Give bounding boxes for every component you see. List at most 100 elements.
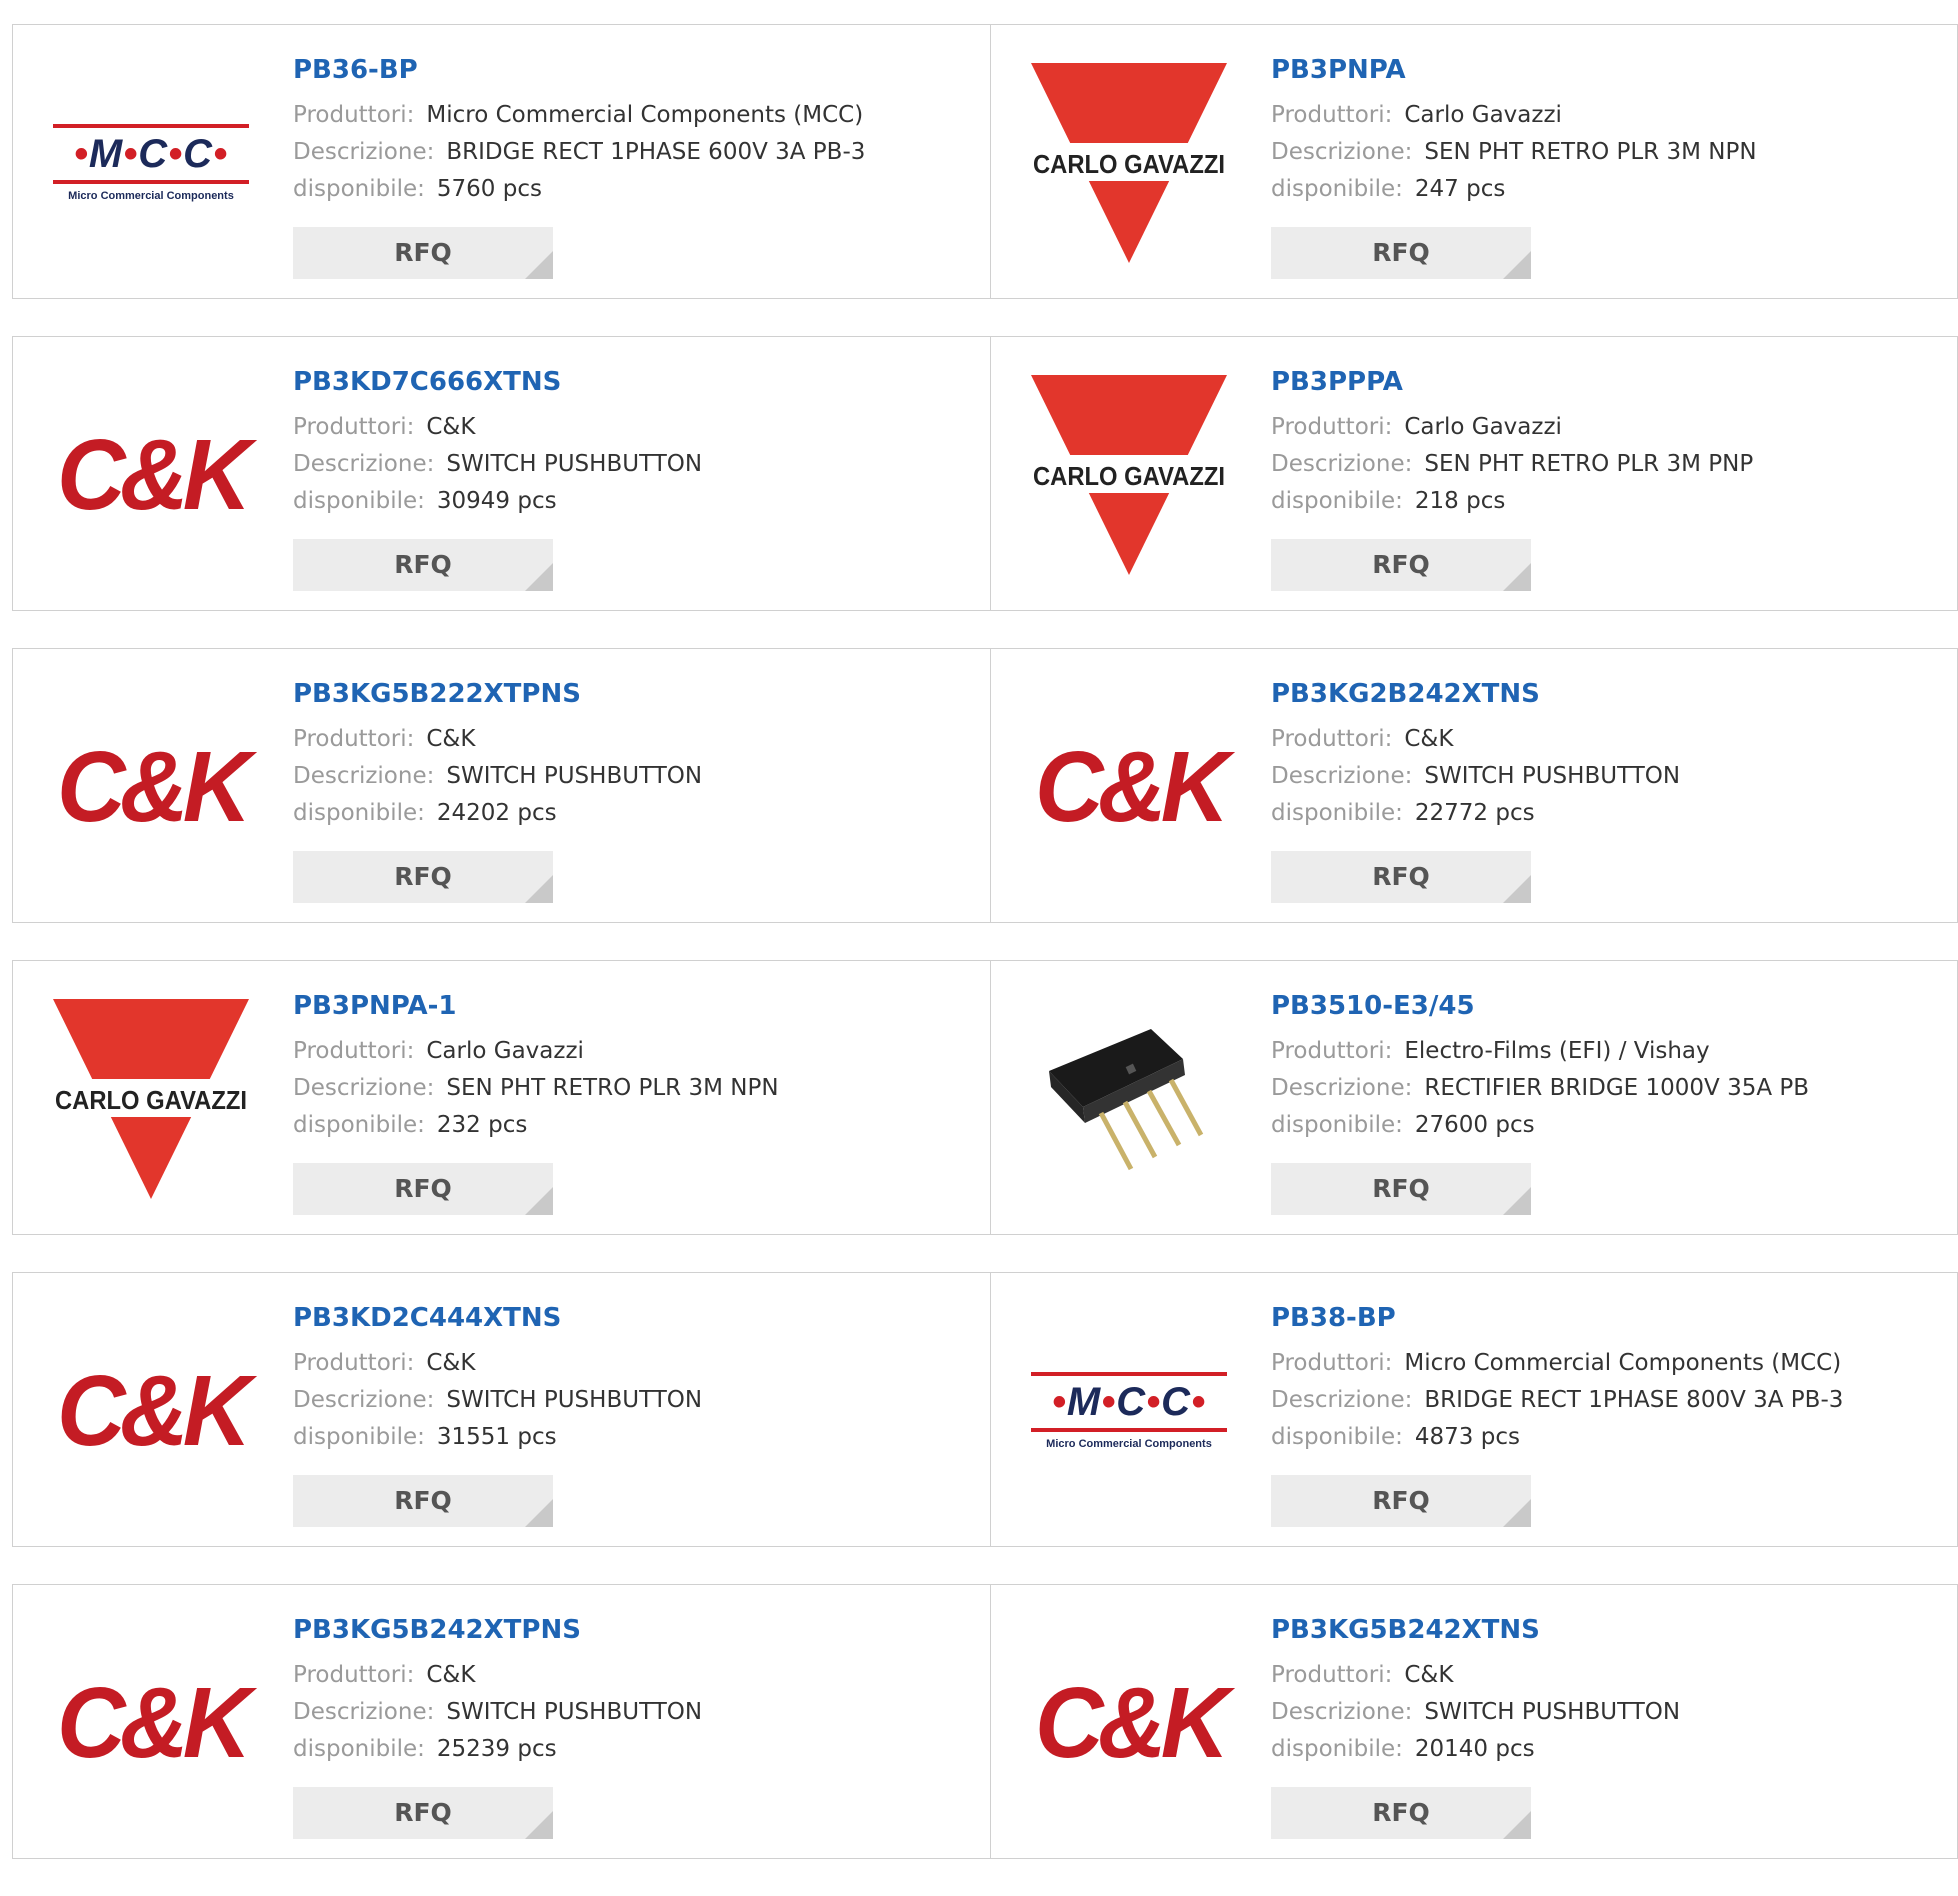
rfq-button[interactable]: RFQ [1271,1163,1531,1215]
part-number-link[interactable]: PB3PNPA-1 [293,989,970,1023]
manufacturer-line: Produttori: C&K [293,1657,970,1694]
ck-logo: C&K [56,1355,251,1467]
description-value: SWITCH PUSHBUTTON [446,1699,703,1725]
part-number-link[interactable]: PB36-BP [293,53,970,87]
product-card: •M•C•C• Micro Commercial Components PB36… [12,24,991,299]
part-number-link[interactable]: PB3KG2B242XTNS [1271,677,1937,711]
manufacturer-label: Produttori: [293,1038,415,1064]
description-value: BRIDGE RECT 1PHASE 800V 3A PB-3 [1424,1387,1844,1413]
description-line: Descrizione: SWITCH PUSHBUTTON [1271,1694,1937,1731]
rfq-button[interactable]: RFQ [293,851,553,903]
part-number-link[interactable]: PB3KG5B242XTPNS [293,1613,970,1647]
rfq-button[interactable]: RFQ [293,539,553,591]
rfq-button[interactable]: RFQ [1271,1787,1531,1839]
product-card: C&K PB3KG5B242XTPNS Produttori: C&K Descr… [12,1584,991,1859]
product-info: PB3510-E3/45 Produttori: Electro-Films (E… [1271,989,1937,1144]
availability-label: disponibile: [1271,800,1403,826]
availability-label: disponibile: [293,176,425,202]
manufacturer-value: Micro Commercial Components (MCC) [1404,1350,1842,1376]
manufacturer-logo-carlo-gavazzi: CARLO GAVAZZI [51,999,251,1199]
availability-label: disponibile: [293,800,425,826]
availability-label: disponibile: [293,1736,425,1762]
manufacturer-value: C&K [1404,1662,1454,1688]
manufacturer-line: Produttori: Carlo Gavazzi [1271,409,1937,446]
manufacturer-line: Produttori: C&K [293,721,970,758]
product-info: PB38-BP Produttori: Micro Commercial Comp… [1271,1301,1937,1456]
product-photo [1029,999,1229,1199]
description-value: RECTIFIER BRIDGE 1000V 35A PB [1424,1075,1810,1101]
rfq-button[interactable]: RFQ [1271,539,1531,591]
product-card: C&K PB3KG2B242XTNS Produttori: C&K Descri… [991,648,1958,923]
rfq-button[interactable]: RFQ [1271,851,1531,903]
part-number-link[interactable]: PB3PPPA [1271,365,1937,399]
product-info: PB3KG5B242XTPNS Produttori: C&K Descrizio… [293,1613,970,1768]
availability-line: disponibile: 4873 pcs [1271,1419,1937,1456]
manufacturer-line: Produttori: Carlo Gavazzi [1271,97,1937,134]
manufacturer-label: Produttori: [1271,414,1393,440]
part-number-link[interactable]: PB38-BP [1271,1301,1937,1335]
availability-label: disponibile: [293,488,425,514]
rfq-button[interactable]: RFQ [293,227,553,279]
availability-value: 22772 pcs [1414,800,1535,826]
availability-value: 232 pcs [436,1112,528,1138]
description-label: Descrizione: [1271,451,1413,477]
ck-logo: C&K [56,419,251,531]
part-number-link[interactable]: PB3PNPA [1271,53,1937,87]
availability-label: disponibile: [293,1424,425,1450]
product-card: C&K PB3KG5B222XTPNS Produttori: C&K Descr… [12,648,991,923]
product-info: PB3PPPA Produttori: Carlo Gavazzi Descriz… [1271,365,1937,520]
product-info: PB3KG5B242XTNS Produttori: C&K Descrizion… [1271,1613,1937,1768]
description-value: SWITCH PUSHBUTTON [1424,1699,1681,1725]
manufacturer-line: Produttori: C&K [1271,721,1937,758]
rfq-button[interactable]: RFQ [293,1787,553,1839]
availability-line: disponibile: 25239 pcs [293,1731,970,1768]
availability-value: 20140 pcs [1414,1736,1535,1762]
description-line: Descrizione: RECTIFIER BRIDGE 1000V 35A P… [1271,1070,1937,1107]
manufacturer-line: Produttori: Carlo Gavazzi [293,1033,970,1070]
product-row: •M•C•C• Micro Commercial Components PB36… [12,24,1958,299]
manufacturer-logo-mcc: •M•C•C• Micro Commercial Components [1029,1311,1229,1511]
availability-line: disponibile: 27600 pcs [1271,1107,1937,1144]
product-card: CARLO GAVAZZI PB3PPPA Produttori: Carlo G… [991,336,1958,611]
availability-value: 25239 pcs [436,1736,557,1762]
manufacturer-line: Produttori: Micro Commercial Components (… [293,97,970,134]
rfq-button[interactable]: RFQ [1271,1475,1531,1527]
description-label: Descrizione: [1271,1387,1413,1413]
part-number-link[interactable]: PB3KG5B242XTNS [1271,1613,1937,1647]
description-value: SWITCH PUSHBUTTON [1424,763,1681,789]
manufacturer-value: Carlo Gavazzi [426,1038,584,1064]
product-row: C&K PB3KD7C666XTNS Produttori: C&K Descri… [12,336,1958,611]
availability-value: 5760 pcs [436,176,542,202]
manufacturer-logo-ck: C&K [1029,687,1229,887]
manufacturer-value: C&K [426,726,476,752]
product-card: PB3510-E3/45 Produttori: Electro-Films (E… [991,960,1958,1235]
ck-logo: C&K [1034,1667,1229,1779]
mcc-logo: •M•C•C• Micro Commercial Components [53,124,249,202]
description-label: Descrizione: [1271,139,1413,165]
availability-value: 218 pcs [1414,488,1506,514]
rfq-button[interactable]: RFQ [293,1475,553,1527]
manufacturer-label: Produttori: [293,726,415,752]
part-number-link[interactable]: PB3KG5B222XTPNS [293,677,970,711]
part-number-link[interactable]: PB3510-E3/45 [1271,989,1937,1023]
availability-value: 4873 pcs [1414,1424,1520,1450]
availability-line: disponibile: 31551 pcs [293,1419,970,1456]
description-line: Descrizione: SWITCH PUSHBUTTON [1271,758,1937,795]
manufacturer-value: Micro Commercial Components (MCC) [426,102,864,128]
description-line: Descrizione: SEN PHT RETRO PLR 3M PNP [1271,446,1937,483]
availability-value: 24202 pcs [436,800,557,826]
part-number-link[interactable]: PB3KD7C666XTNS [293,365,970,399]
carlo-gavazzi-logo: CARLO GAVAZZI [53,999,249,1199]
description-value: SWITCH PUSHBUTTON [446,1387,703,1413]
description-line: Descrizione: SEN PHT RETRO PLR 3M NPN [293,1070,970,1107]
part-number-link[interactable]: PB3KD2C444XTNS [293,1301,970,1335]
rfq-button[interactable]: RFQ [1271,227,1531,279]
manufacturer-value: C&K [426,1662,476,1688]
rfq-button[interactable]: RFQ [293,1163,553,1215]
manufacturer-logo-carlo-gavazzi: CARLO GAVAZZI [1029,375,1229,575]
product-info: PB3KD2C444XTNS Produttori: C&K Descrizion… [293,1301,970,1456]
manufacturer-line: Produttori: C&K [1271,1657,1937,1694]
description-label: Descrizione: [293,1387,435,1413]
product-info: PB3PNPA-1 Produttori: Carlo Gavazzi Descr… [293,989,970,1144]
product-card: CARLO GAVAZZI PB3PNPA-1 Produttori: Carlo… [12,960,991,1235]
